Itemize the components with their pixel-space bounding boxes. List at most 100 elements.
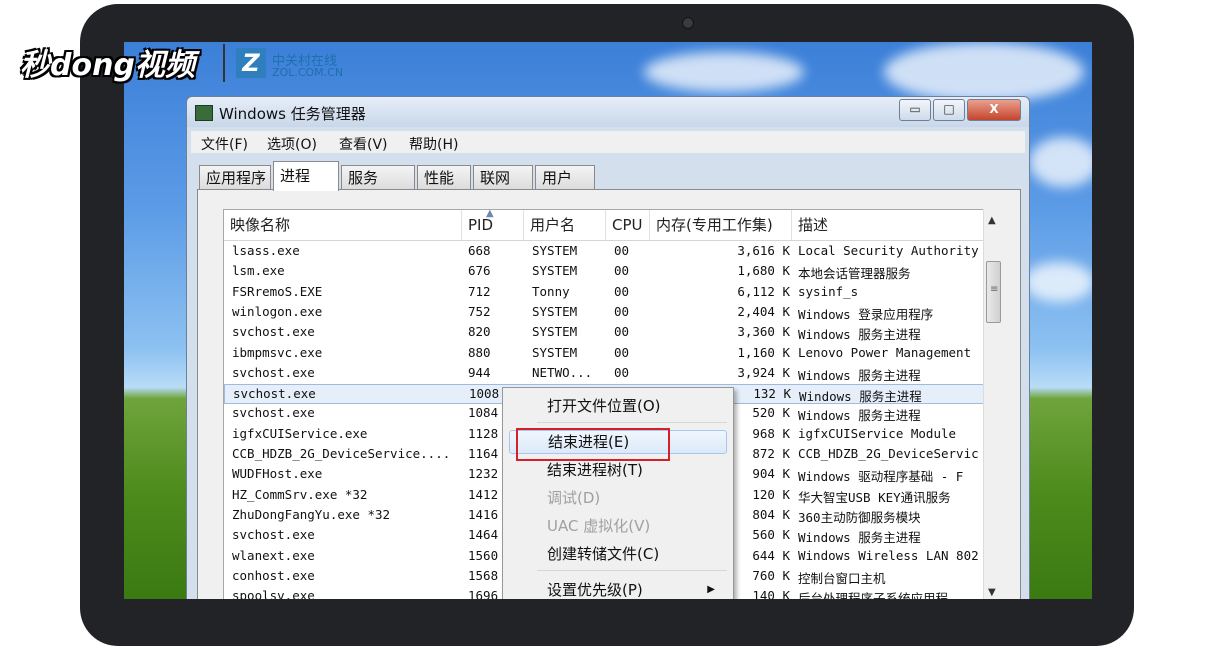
process-description: 本地会话管理器服务 — [798, 266, 911, 282]
cloud — [1029, 137, 1092, 187]
table-row[interactable]: FSRremoS.EXE 712 Tonny 00 6,112 K sysinf_s — [224, 283, 984, 303]
process-description: Windows 服务主进程 — [798, 327, 921, 343]
process-cpu: 00 — [614, 324, 630, 340]
vertical-scrollbar[interactable]: ▲ ≡ ▼ — [983, 209, 1002, 599]
process-pid: 752 — [468, 303, 491, 319]
column-cpu[interactable]: CPU — [606, 210, 650, 240]
process-pid: 880 — [468, 344, 491, 360]
column-user-name[interactable]: 用户名 — [524, 210, 606, 240]
menu-open-file-location[interactable]: 打开文件位置(O) — [509, 394, 727, 418]
brand-watermark: 秒dong视频 — [20, 48, 195, 83]
process-description: Windows 服务主进程 — [799, 389, 922, 405]
annotation-highlight-box — [516, 428, 670, 461]
process-cpu: 00 — [614, 364, 630, 380]
process-memory: 3,616 K — [737, 243, 790, 258]
process-description: 360主动防御服务模块 — [798, 509, 921, 525]
process-pid: 676 — [468, 263, 491, 279]
process-description: sysinf_s — [798, 283, 859, 299]
menu-create-dump-file[interactable]: 创建转储文件(C) — [509, 542, 727, 566]
tab-users[interactable]: 用户 — [535, 165, 595, 189]
menu-set-priority[interactable]: 设置优先级(P) ▶ — [509, 578, 727, 599]
process-name: HZ_CommSrv.exe *32 — [232, 486, 368, 502]
process-user: Tonny — [532, 283, 570, 299]
process-user: SYSTEM — [532, 243, 578, 258]
process-description: 控制台窗口主机 — [798, 570, 886, 586]
camera-icon — [682, 17, 694, 29]
process-description: Local Security Authority — [798, 243, 979, 258]
table-row[interactable]: svchost.exe 820 SYSTEM 00 3,360 K Windows 服务主… — [224, 323, 984, 343]
tab-processes[interactable]: 进程 — [273, 161, 339, 191]
process-name: WUDFHost.exe — [232, 466, 323, 482]
title-bar[interactable]: Windows 任务管理器 ▭ □ X — [187, 97, 1029, 127]
list-header: 映像名称 PID ▲ 用户名 CPU 内存(专用工作集) 描述 — [224, 210, 984, 241]
menu-uac-virtualization: UAC 虚拟化(V) — [547, 517, 651, 535]
close-button[interactable]: X — [967, 99, 1021, 121]
table-row[interactable]: ibmpmsvc.exe 880 SYSTEM 00 1,160 K Lenovo Pow… — [224, 344, 984, 364]
sort-ascending-icon: ▲ — [486, 209, 494, 219]
column-description[interactable]: 描述 — [792, 210, 984, 240]
menu-options[interactable]: 选项(O) — [267, 134, 317, 154]
process-name: igfxCUIService.exe — [232, 425, 368, 441]
process-description: Lenovo Power Management — [798, 344, 972, 360]
process-name: ZhuDongFangYu.exe *32 — [232, 506, 391, 522]
process-name: svchost.exe — [232, 405, 315, 421]
process-name: lsm.exe — [232, 263, 285, 279]
process-description: Windows 服务主进程 — [798, 367, 921, 383]
minimize-button[interactable]: ▭ — [899, 99, 931, 121]
process-pid: 820 — [468, 324, 491, 340]
table-row[interactable]: lsass.exe 668 SYSTEM 00 3,616 K Local Securit… — [224, 242, 984, 262]
table-row[interactable]: lsm.exe 676 SYSTEM 00 1,680 K 本地会话管理器服务 — [224, 262, 984, 282]
menu-view[interactable]: 查看(V) — [339, 134, 388, 154]
cloud — [1024, 262, 1092, 302]
process-user: SYSTEM — [532, 303, 578, 319]
menu-help[interactable]: 帮助(H) — [409, 134, 458, 154]
process-pid: 944 — [468, 364, 491, 380]
maximize-button[interactable]: □ — [933, 99, 965, 121]
context-menu: 打开文件位置(O) 结束进程(E) 结束进程树(T) 调试(D) UAC 虚拟化… — [502, 387, 734, 599]
process-cpu: 00 — [614, 303, 630, 319]
process-pid: 712 — [468, 283, 491, 299]
menu-separator — [537, 422, 727, 423]
tab-services[interactable]: 服务 — [341, 165, 415, 189]
process-memory: 1,680 K — [737, 263, 790, 279]
scroll-down-icon[interactable]: ▼ — [988, 587, 996, 598]
process-name: svchost.exe — [232, 324, 315, 340]
desktop-screen: Windows 任务管理器 ▭ □ X 文件(F) 选项(O) 查看(V) 帮助… — [124, 42, 1092, 599]
table-row[interactable]: svchost.exe 944 NETWO... 00 3,924 K Windows 服… — [224, 364, 984, 384]
process-user: SYSTEM — [532, 324, 578, 340]
process-description: Windows 登录应用程序 — [798, 306, 934, 322]
cloud — [644, 52, 804, 92]
process-memory: 3,924 K — [737, 364, 790, 380]
process-description: Windows Wireless LAN 802 — [798, 547, 979, 563]
brand-divider — [223, 44, 225, 82]
menu-separator — [537, 570, 727, 571]
process-memory: 1,160 K — [737, 344, 790, 360]
process-name: svchost.exe — [232, 364, 315, 380]
table-row[interactable]: winlogon.exe 752 SYSTEM 00 2,404 K Windows 登录… — [224, 303, 984, 323]
column-image-name[interactable]: 映像名称 — [224, 210, 462, 240]
process-name: svchost.exe — [233, 386, 316, 402]
process-user: SYSTEM — [532, 263, 578, 279]
process-user: SYSTEM — [532, 344, 578, 360]
tab-performance[interactable]: 性能 — [417, 165, 471, 189]
zol-logo-icon: Z — [236, 48, 266, 78]
process-name: winlogon.exe — [232, 303, 323, 319]
process-memory: 2,404 K — [737, 303, 790, 319]
process-name: CCB_HDZB_2G_DeviceService.... — [232, 446, 451, 461]
column-memory[interactable]: 内存(专用工作集) — [650, 210, 792, 240]
menu-bar: 文件(F) 选项(O) 查看(V) 帮助(H) — [191, 131, 1025, 153]
process-cpu: 00 — [614, 243, 630, 258]
process-description: igfxCUIService Module — [798, 425, 957, 441]
task-manager-icon — [195, 105, 213, 121]
cloud — [884, 42, 1084, 102]
process-cpu: 00 — [614, 344, 630, 360]
tab-networking[interactable]: 联网 — [473, 165, 533, 189]
scroll-up-icon[interactable]: ▲ — [988, 215, 996, 226]
process-name: ibmpmsvc.exe — [232, 344, 323, 360]
menu-file[interactable]: 文件(F) — [201, 134, 248, 154]
menu-end-process-tree[interactable]: 结束进程树(T) — [509, 458, 727, 482]
process-description: Windows 驱动程序基础 - F — [798, 469, 964, 485]
process-cpu: 00 — [614, 263, 630, 279]
tab-applications[interactable]: 应用程序 — [199, 165, 271, 189]
scroll-thumb[interactable]: ≡ — [986, 261, 1001, 323]
